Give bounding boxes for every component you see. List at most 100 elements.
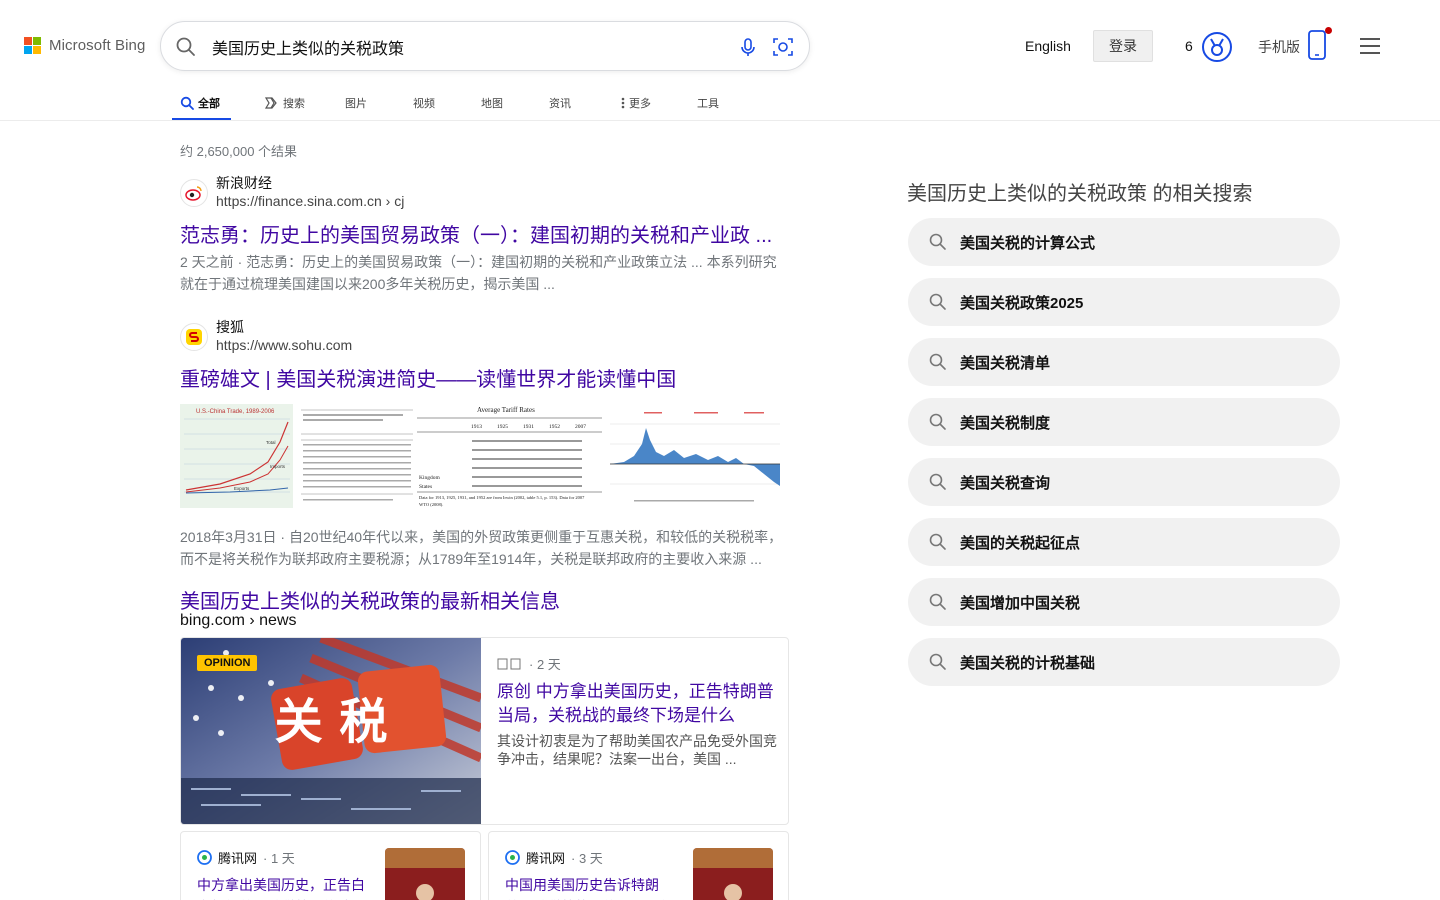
thumb-table-year: 2007	[575, 424, 586, 430]
news-source: 腾讯网	[526, 851, 566, 866]
snippet-line: 而不是将关税作为联邦政府主要税源；从1789年至1914年，关税是联邦政府的主要…	[180, 551, 762, 567]
thumb-chart-label: Exports	[234, 486, 250, 491]
tencent-logo-icon	[197, 850, 212, 865]
related-search-item[interactable]: 美国关税清单	[908, 338, 1340, 386]
result-site-row[interactable]: 搜狐 https://www.sohu.com	[180, 318, 790, 355]
result-title-link[interactable]: 范志勇：历史上的美国贸易政策（一）：建国初期的关税和产业政 ...	[180, 223, 790, 249]
news-card[interactable]: 腾讯网 · 1 天 中方拿出美国历史，正告白宫特朗普，关税战最终结局	[180, 831, 481, 900]
thumb-table-footnote: WTO (2008).	[419, 502, 443, 507]
more-vertical-icon	[621, 97, 625, 109]
news-meta: 腾讯网 · 3 天	[505, 848, 603, 867]
result-site-row[interactable]: 新浪财经 https://finance.sina.com.cn › cj	[180, 174, 790, 211]
related-search-item[interactable]: 美国关税制度	[908, 398, 1340, 446]
result-title-link[interactable]: 重磅雄文 | 美国关税演进简史——读懂世界才能读懂中国	[180, 367, 790, 393]
news-meta: · 2 天	[497, 654, 561, 673]
news-card-main[interactable]: 关 税 OPINION · 2 天 原创 中方拿出美国历史，正告特朗普当局，关税…	[180, 637, 789, 825]
related-search-item[interactable]: 美国关税查询	[908, 458, 1340, 506]
tab-copilot-search[interactable]: 搜索	[255, 86, 335, 120]
related-search-text: 美国关税查询	[960, 474, 1051, 492]
search-input[interactable]	[212, 34, 712, 60]
tab-images[interactable]: 图片	[337, 86, 375, 120]
tab-label: 全部	[198, 98, 220, 110]
results-count: 约 2,650,000 个结果	[180, 144, 298, 159]
search-icon[interactable]	[175, 36, 197, 58]
phone-icon[interactable]	[1306, 29, 1328, 61]
result-image-thumb[interactable]	[295, 404, 415, 508]
related-searches-title: 美国历史上类似的关税政策 的相关搜索	[907, 183, 1253, 205]
related-search-item[interactable]: 美国关税政策2025	[908, 278, 1340, 326]
news-card[interactable]: 腾讯网 · 3 天 中国用美国历史告诉特朗普，关税战的最终下场是什么	[488, 831, 789, 900]
tab-label: 搜索	[283, 98, 305, 110]
language-switch[interactable]: English	[1025, 38, 1071, 54]
news-meta: 腾讯网 · 1 天	[197, 848, 295, 867]
thumb-table-row: Kingdom	[419, 475, 441, 481]
search-icon	[929, 593, 946, 610]
visual-search-icon[interactable]	[772, 36, 794, 58]
news-time: · 3 天	[571, 851, 603, 866]
search-result: 搜狐 https://www.sohu.com 重磅雄文 | 美国关税演进简史—…	[180, 318, 790, 393]
search-icon	[929, 233, 946, 250]
snippet-line: 就在于通过梳理美国建国以来200多年关税历史，揭示美国 ...	[180, 276, 555, 292]
sign-in-button[interactable]: 登录	[1093, 30, 1153, 62]
search-icon	[929, 293, 946, 310]
related-search-item[interactable]: 美国关税的计税基础	[908, 638, 1340, 686]
tab-label: 工具	[697, 98, 719, 110]
news-title-link[interactable]: 中方拿出美国历史，正告白宫特朗普，关税战最终结局	[197, 874, 369, 900]
news-time: · 2 天	[529, 657, 561, 672]
search-icon	[929, 473, 946, 490]
search-box[interactable]	[160, 21, 810, 71]
result-site-name: 搜狐	[216, 319, 244, 335]
search-tabs: 全部 搜索 图片 视频 地图 资讯 更多 工具	[172, 86, 727, 121]
related-searches-list: 美国关税的计算公式 美国关税政策2025 美国关税清单 美国关税制度 美国关税查…	[908, 218, 1340, 698]
result-image-thumb[interactable]: Average Tariff Rates 1913 1925 1931 1952…	[417, 404, 602, 508]
news-title-link[interactable]: 原创 中方拿出美国历史，正告特朗普当局，关税战的最终下场是什么	[497, 680, 777, 728]
header: Microsoft Bing English 登录 6 手机版	[0, 0, 1440, 90]
related-search-text: 美国关税的计算公式	[960, 234, 1096, 252]
news-source-url: bing.com › news	[180, 612, 297, 629]
news-thumbnail	[693, 848, 773, 900]
result-url: https://www.sohu.com	[216, 337, 353, 353]
tab-all[interactable]: 全部	[172, 86, 231, 121]
news-title-link[interactable]: 中国用美国历史告诉特朗普，关税战的最终下场是什么	[505, 874, 677, 900]
news-source: 腾讯网	[218, 851, 258, 866]
news-section-heading[interactable]: 美国历史上类似的关税政策的最新相关信息	[180, 585, 560, 614]
search-icon	[929, 653, 946, 670]
related-search-item[interactable]: 美国增加中国关税	[908, 578, 1340, 626]
mobile-version-link[interactable]: 手机版	[1258, 37, 1300, 57]
tabs-divider	[0, 120, 1440, 121]
related-search-item[interactable]: 美国关税的计算公式	[908, 218, 1340, 266]
news-snippet: 其设计初衷是为了帮助美国农产品免受外国竞争冲击，结果呢？法案一出台，美国 ...	[497, 733, 777, 767]
tab-more[interactable]: 更多	[613, 86, 659, 120]
result-snippet: 2 天之前 · 范志勇：历史上的美国贸易政策（一）：建国初期的关税和产业政策立法…	[180, 251, 790, 295]
related-search-item[interactable]: 美国的关税起征点	[908, 518, 1340, 566]
snippet-line: 2 天之前 · 范志勇：历史上的美国贸易政策（一）：建国初期的关税和产业政策立法…	[180, 254, 777, 270]
tab-videos[interactable]: 视频	[405, 86, 443, 120]
hamburger-menu-icon[interactable]	[1359, 37, 1381, 55]
tab-tools[interactable]: 工具	[689, 86, 727, 120]
tab-label: 视频	[413, 98, 435, 110]
rewards-count[interactable]: 6	[1185, 38, 1193, 54]
search-icon	[929, 353, 946, 370]
tab-news[interactable]: 资讯	[541, 86, 579, 120]
thumb-table-year: 1952	[549, 424, 560, 430]
thumb-table-year: 1925	[497, 424, 508, 430]
result-image-thumb[interactable]: U.S.-China Trade, 1989-2006 Total Import…	[180, 404, 293, 508]
notification-dot	[1325, 27, 1332, 34]
result-url: https://finance.sina.com.cn › cj	[216, 193, 405, 209]
tab-maps[interactable]: 地图	[473, 86, 511, 120]
thumb-table-footnote: Data for 1913, 1925, 1931, and 1952 are …	[419, 495, 585, 501]
result-site-name: 新浪财经	[216, 175, 272, 191]
microphone-icon[interactable]	[737, 36, 759, 58]
opinion-badge: OPINION	[197, 655, 258, 671]
logo-text: Microsoft Bing	[49, 37, 146, 54]
tab-label: 资讯	[549, 98, 571, 110]
copilot-icon	[264, 97, 277, 109]
tab-label: 地图	[481, 98, 503, 110]
rewards-medal-icon[interactable]	[1201, 31, 1233, 63]
news-image-text: 关 税	[275, 694, 388, 750]
result-image-thumb[interactable]	[604, 404, 782, 508]
result-image-strip: U.S.-China Trade, 1989-2006 Total Import…	[180, 404, 788, 508]
thumb-chart-title: U.S.-China Trade, 1989-2006	[196, 409, 275, 415]
bing-logo[interactable]: Microsoft Bing	[24, 37, 145, 54]
tencent-logo-icon	[505, 850, 520, 865]
